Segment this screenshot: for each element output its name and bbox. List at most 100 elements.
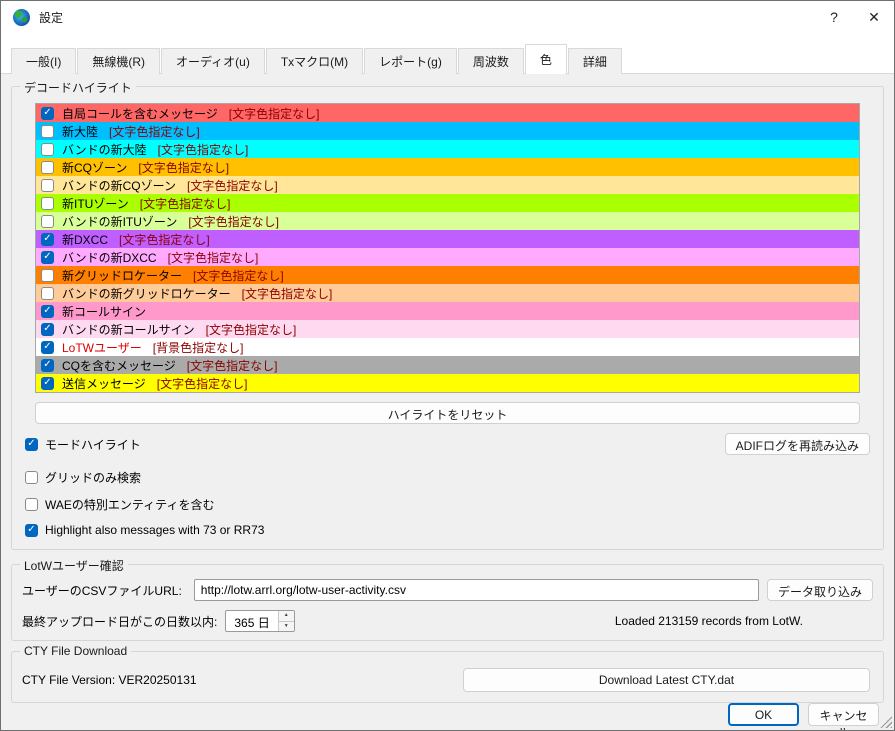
highlight-row[interactable]: ✓ 新大陸 [文字色指定なし]: [36, 122, 859, 140]
color-tab-content: デコードハイライト ✓ 自局コールを含むメッセージ [文字色指定なし] ✓ 新大…: [1, 74, 894, 730]
tab-0[interactable]: 一般(I): [11, 48, 77, 74]
spin-down-icon[interactable]: ▼: [278, 621, 294, 631]
row-suffix: [文字色指定なし]: [139, 196, 231, 211]
highlight-row[interactable]: ✓ 送信メッセージ [文字色指定なし]: [36, 374, 859, 392]
row-suffix: [文字色指定なし]: [119, 232, 210, 247]
tab-active[interactable]: 色: [524, 44, 567, 74]
row-suffix: [文字色指定なし]: [241, 286, 333, 301]
spinner-buttons: ▲ ▼: [277, 611, 294, 631]
row-checkbox[interactable]: ✓: [41, 214, 54, 228]
resize-grip[interactable]: [880, 716, 892, 728]
tab-label: レポート(g): [379, 55, 442, 69]
checkbox-icon: ✓: [25, 437, 38, 451]
highlight-row[interactable]: ✓ LoTWユーザー [背景色指定なし]: [36, 338, 859, 356]
highlight-row[interactable]: ✓ バンドの新CQゾーン [文字色指定なし]: [36, 176, 859, 194]
lotw-status-text: Loaded 213159 records from LotW.: [614, 614, 803, 628]
row-suffix: [文字色指定なし]: [109, 124, 200, 139]
row-checkbox[interactable]: ✓: [41, 358, 54, 372]
tab-4[interactable]: レポート(g): [364, 48, 457, 74]
wae-label: WAEの特別エンティティを含む: [45, 498, 215, 512]
row-label: CQを含むメッセージ: [62, 358, 176, 373]
row-suffix: [背景色指定なし]: [152, 340, 244, 355]
highlight-row[interactable]: ✓ 新DXCC [文字色指定なし]: [36, 230, 859, 248]
tab-label: 詳細: [582, 55, 607, 69]
csv-url-input[interactable]: [193, 579, 759, 601]
lotw-url-row: ユーザーのCSVファイルURL: データ取り込み: [22, 579, 873, 601]
highlight-row[interactable]: ✓ バンドの新コールサイン [文字色指定なし]: [36, 320, 859, 338]
highlight-list: ✓ 自局コールを含むメッセージ [文字色指定なし] ✓ 新大陸 [文字色指定なし…: [35, 103, 860, 393]
highlight-row[interactable]: ✓ バンドの新DXCC [文字色指定なし]: [36, 248, 859, 266]
highlight-row[interactable]: ✓ 新コールサイン: [36, 302, 859, 320]
highlight-row[interactable]: ✓ 新ITUゾーン [文字色指定なし]: [36, 194, 859, 212]
settings-dialog: 設定 ? ✕ 一般(I) 無線機(R) オーディオ(u) Txマクロ(M) レポート(g…: [0, 0, 895, 731]
cty-group: CTY File Download CTY File Version: VER2…: [11, 644, 884, 703]
wae-checkbox[interactable]: ✓ WAEの特別エンティティを含む: [25, 496, 873, 513]
row-checkbox[interactable]: ✓: [41, 178, 54, 192]
lotw-group: LotWユーザー確認 ユーザーのCSVファイルURL: データ取り込み 最終アッ…: [11, 557, 884, 641]
close-icon[interactable]: ✕: [854, 1, 894, 33]
row-checkbox[interactable]: ✓: [41, 376, 54, 390]
tab-5[interactable]: 周波数: [457, 48, 524, 74]
tab-3[interactable]: Txマクロ(M): [265, 48, 364, 74]
reload-adif-button[interactable]: ADIFログを再読み込み: [724, 433, 870, 455]
row-label: バンドの新CQゾーン: [62, 178, 177, 193]
download-cty-button[interactable]: Download Latest CTY.dat: [463, 668, 870, 692]
row-checkbox[interactable]: ✓: [41, 160, 54, 174]
fetch-data-button[interactable]: データ取り込み: [766, 579, 873, 601]
highlight-row[interactable]: ✓ バンドの新ITUゾーン [文字色指定なし]: [36, 212, 859, 230]
row-checkbox[interactable]: ✓: [41, 106, 54, 120]
highlight-73-label: Highlight also messages with 73 or RR73: [45, 523, 265, 537]
tab-1[interactable]: 無線機(R): [77, 48, 160, 74]
titlebar: 設定 ? ✕: [1, 1, 894, 33]
tab-7[interactable]: 詳細: [567, 48, 622, 74]
spin-up-icon[interactable]: ▲: [278, 611, 294, 622]
row-suffix: [文字色指定なし]: [228, 106, 320, 121]
row-checkbox[interactable]: ✓: [41, 142, 54, 156]
row-checkbox[interactable]: ✓: [41, 304, 54, 318]
row-checkbox[interactable]: ✓: [41, 322, 54, 336]
dialog-footer: OK キャンセル: [11, 703, 884, 730]
row-checkbox[interactable]: ✓: [41, 286, 54, 300]
row-suffix: [文字色指定なし]: [205, 322, 297, 337]
cty-version-label: CTY File Version: VER20250131: [22, 673, 197, 687]
row-checkbox[interactable]: ✓: [41, 196, 54, 210]
tab-2[interactable]: オーディオ(u): [161, 48, 265, 74]
row-label: バンドの新ITUゾーン: [62, 214, 178, 229]
highlight-row[interactable]: ✓ バンドの新グリッドロケーター [文字色指定なし]: [36, 284, 859, 302]
row-checkbox[interactable]: ✓: [41, 124, 54, 138]
highlight-row[interactable]: ✓ 新グリッドロケーター [文字色指定なし]: [36, 266, 859, 284]
tab-bar: 一般(I) 無線機(R) オーディオ(u) Txマクロ(M) レポート(g) 周波数 色 詳細: [1, 33, 894, 74]
age-days-value: 365 日: [234, 616, 270, 630]
reset-highlight-button[interactable]: ハイライトをリセット: [35, 402, 860, 424]
row-label: 新ITUゾーン: [62, 196, 129, 211]
grid-only-checkbox[interactable]: ✓ グリッドのみ検索: [25, 469, 873, 486]
highlight-row[interactable]: ✓ 新CQゾーン [文字色指定なし]: [36, 158, 859, 176]
row-suffix: [文字色指定なし]: [138, 160, 230, 175]
row-label: 新CQゾーン: [62, 160, 128, 175]
row-checkbox[interactable]: ✓: [41, 268, 54, 282]
highlight-row[interactable]: ✓ CQを含むメッセージ [文字色指定なし]: [36, 356, 859, 374]
row-suffix: [文字色指定なし]: [157, 142, 249, 157]
highlight-row[interactable]: ✓ バンドの新大陸 [文字色指定なし]: [36, 140, 859, 158]
mode-highlight-label: モードハイライト: [45, 437, 141, 452]
age-days-label: 最終アップロード日がこの日数以内:: [22, 614, 218, 629]
tab-label: オーディオ(u): [176, 55, 250, 69]
ok-button[interactable]: OK: [728, 703, 799, 726]
row-label: 新大陸: [62, 124, 99, 139]
tab-label: 周波数: [472, 55, 509, 69]
cty-row: CTY File Version: VER20250131 Download L…: [22, 668, 873, 692]
highlight-row[interactable]: ✓ 自局コールを含むメッセージ [文字色指定なし]: [36, 104, 859, 122]
highlight-73-checkbox[interactable]: ✓ Highlight also messages with 73 or RR7…: [25, 523, 873, 537]
row-checkbox[interactable]: ✓: [41, 250, 54, 264]
help-button[interactable]: ?: [814, 1, 854, 33]
cancel-button[interactable]: キャンセル: [808, 703, 879, 730]
row-checkbox[interactable]: ✓: [41, 340, 54, 354]
cty-group-title: CTY File Download: [20, 644, 132, 658]
mode-highlight-checkbox[interactable]: ✓ モードハイライト: [25, 436, 141, 453]
row-label: 新コールサイン: [62, 304, 147, 319]
mode-highlight-row: ✓ モードハイライト ADIFログを再読み込み: [22, 433, 873, 455]
row-checkbox[interactable]: ✓: [41, 232, 54, 246]
checkbox-icon: ✓: [25, 523, 38, 537]
tab-label: Txマクロ(M): [280, 55, 349, 69]
age-days-spinner[interactable]: 365 日 ▲ ▼: [225, 610, 295, 632]
